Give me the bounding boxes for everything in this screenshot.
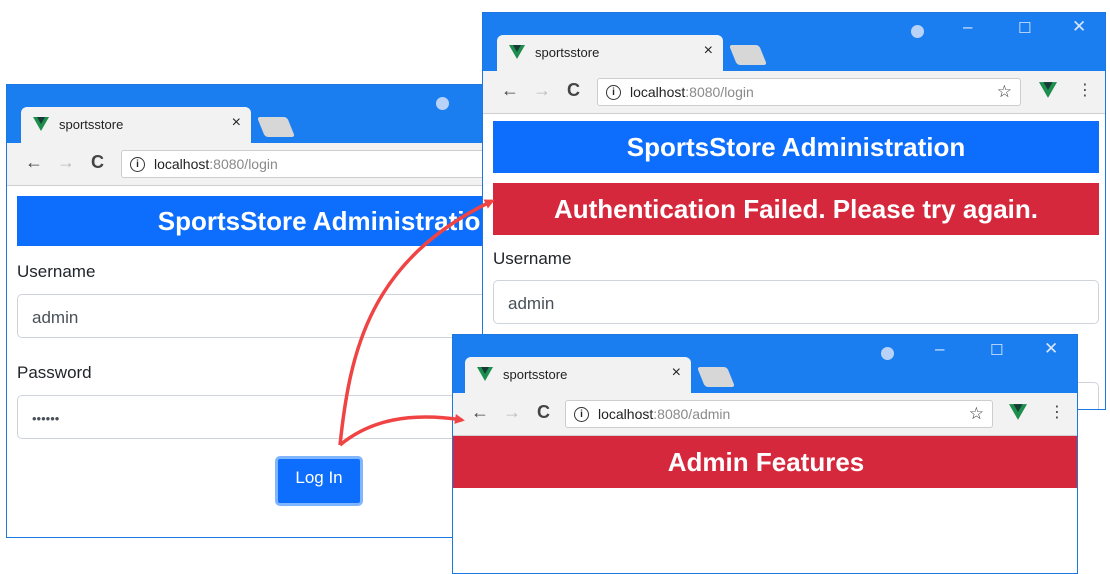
username-input[interactable]: admin: [493, 280, 1099, 324]
username-label: Username: [493, 249, 572, 268]
vue-logo-icon: [477, 367, 493, 381]
info-icon[interactable]: i: [574, 407, 589, 422]
login-button[interactable]: Log In: [275, 456, 363, 506]
url-text: localhost:8080/login: [630, 84, 754, 100]
username-label: Username: [17, 262, 96, 281]
close-icon[interactable]: ✕: [1044, 339, 1058, 359]
url-path: :8080/login: [209, 156, 278, 172]
browser-title-bar: sportsstore × – ☐ ✕: [483, 13, 1105, 71]
error-banner: Authentication Failed. Please try again.: [493, 183, 1099, 235]
new-tab-button[interactable]: [256, 117, 296, 137]
address-bar[interactable]: i localhost:8080/login ☆: [597, 78, 1021, 106]
vue-devtools-icon[interactable]: [1009, 403, 1027, 421]
browser-menu-icon[interactable]: ⋮: [1077, 80, 1093, 100]
browser-tab[interactable]: sportsstore ×: [21, 107, 251, 143]
url-path: :8080/admin: [653, 406, 731, 422]
tab-close-icon[interactable]: ×: [672, 364, 681, 382]
info-icon[interactable]: i: [606, 85, 621, 100]
reload-icon[interactable]: C: [567, 80, 580, 101]
reload-icon[interactable]: C: [91, 152, 104, 173]
vue-devtools-icon[interactable]: [1039, 81, 1057, 99]
back-arrow-icon[interactable]: ←: [471, 402, 489, 423]
maximize-icon[interactable]: ☐: [1018, 19, 1031, 37]
maximize-icon[interactable]: ☐: [990, 341, 1003, 359]
forward-arrow-icon[interactable]: →: [533, 80, 551, 101]
bookmark-star-icon[interactable]: ☆: [969, 404, 984, 424]
url-text: localhost:8080/admin: [598, 406, 730, 422]
url-host: localhost: [154, 156, 210, 172]
admin-browser-window: sportsstore × – ☐ ✕ ← → C i localhost:80…: [452, 334, 1078, 574]
vue-logo-icon: [33, 117, 49, 131]
new-tab-button[interactable]: [728, 45, 768, 65]
url-path: :8080/login: [685, 84, 754, 100]
browser-title-bar: sportsstore × – ☐ ✕: [453, 335, 1077, 393]
vue-logo-icon: [509, 45, 525, 59]
browser-toolbar: ← → C i localhost:8080/login ☆ ⋮: [483, 71, 1105, 114]
back-arrow-icon[interactable]: ←: [501, 80, 519, 101]
account-icon[interactable]: [436, 97, 449, 110]
new-tab-button[interactable]: [696, 367, 736, 387]
browser-menu-icon[interactable]: ⋮: [1049, 402, 1065, 422]
bookmark-star-icon[interactable]: ☆: [997, 82, 1012, 102]
browser-tab[interactable]: sportsstore ×: [465, 357, 691, 393]
forward-arrow-icon[interactable]: →: [503, 402, 521, 423]
forward-arrow-icon[interactable]: →: [57, 152, 75, 173]
admin-features-banner: Admin Features: [453, 436, 1077, 488]
minimize-icon[interactable]: –: [963, 17, 972, 37]
account-icon[interactable]: [911, 25, 924, 38]
info-icon[interactable]: i: [130, 157, 145, 172]
tab-close-icon[interactable]: ×: [232, 114, 241, 132]
url-host: localhost: [598, 406, 654, 422]
password-label: Password: [17, 363, 92, 382]
account-icon[interactable]: [881, 347, 894, 360]
tab-title: sportsstore: [535, 45, 600, 60]
tab-title: sportsstore: [503, 367, 568, 382]
url-host: localhost: [630, 84, 686, 100]
browser-toolbar: ← → C i localhost:8080/admin ☆ ⋮: [453, 393, 1077, 436]
browser-tab[interactable]: sportsstore ×: [497, 35, 723, 71]
back-arrow-icon[interactable]: ←: [25, 152, 43, 173]
close-icon[interactable]: ✕: [1072, 17, 1086, 37]
tab-title: sportsstore: [59, 117, 124, 132]
page-content: Admin Features: [453, 436, 1077, 573]
tab-close-icon[interactable]: ×: [704, 42, 713, 60]
reload-icon[interactable]: C: [537, 402, 550, 423]
url-text: localhost:8080/login: [154, 156, 278, 172]
minimize-icon[interactable]: –: [935, 339, 944, 359]
address-bar[interactable]: i localhost:8080/admin ☆: [565, 400, 993, 428]
page-title-banner: SportsStore Administration: [493, 121, 1099, 173]
